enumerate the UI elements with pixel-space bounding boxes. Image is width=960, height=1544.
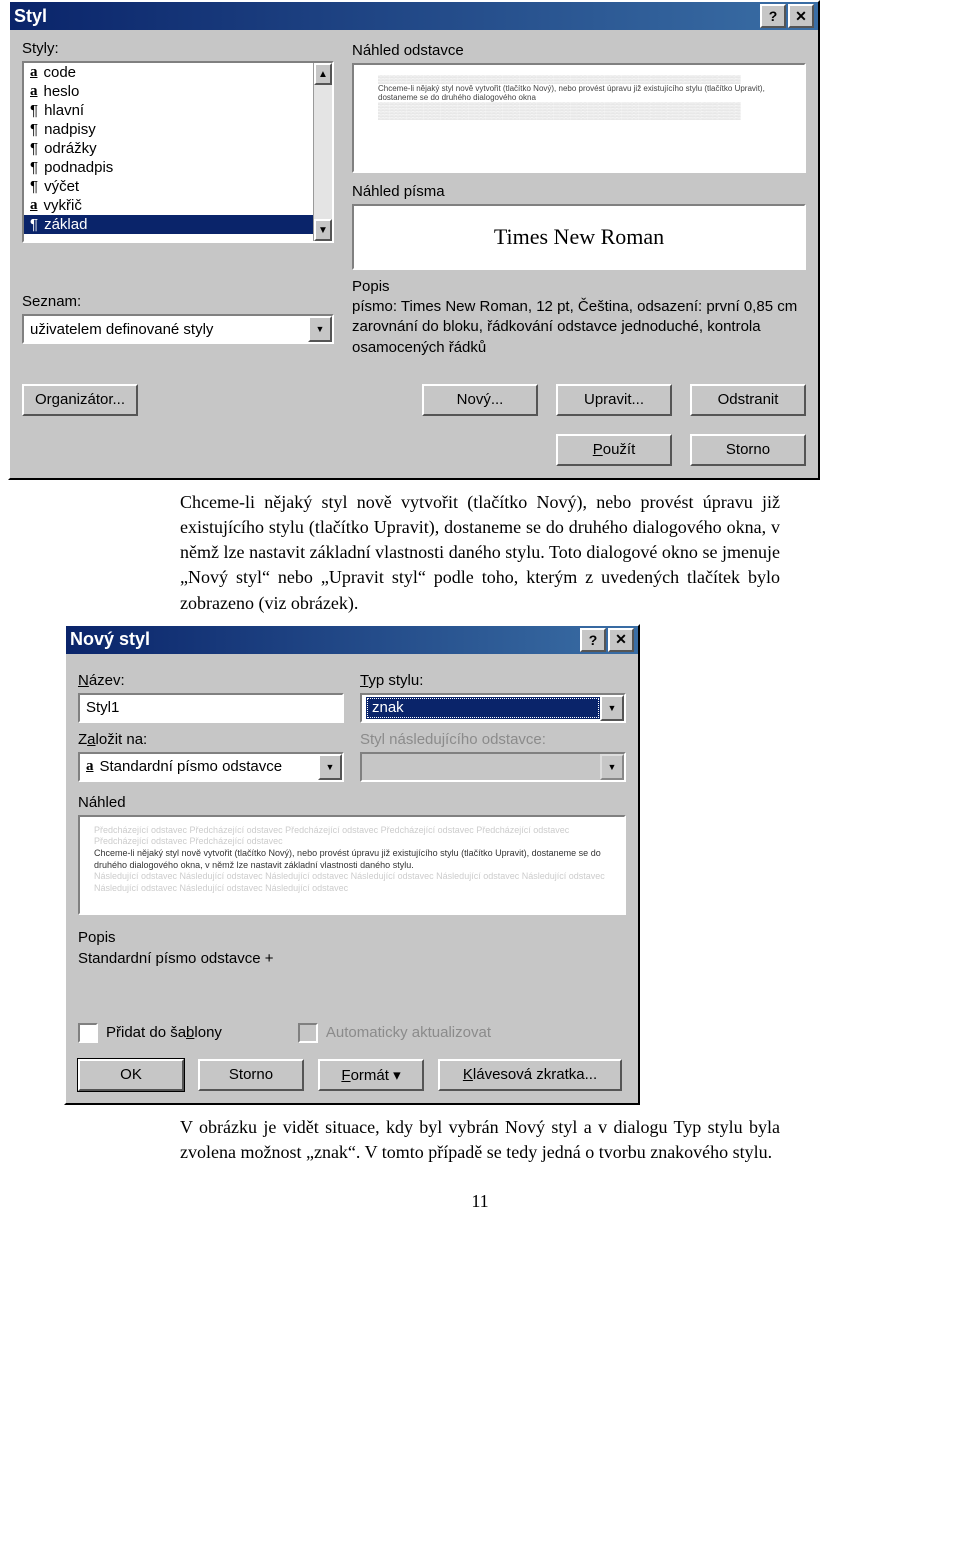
- char-style-icon: a: [30, 64, 38, 81]
- popis-value: Standardní písmo odstavce +: [78, 950, 626, 967]
- dialog-title: Styl: [14, 6, 47, 27]
- help-button[interactable]: ?: [580, 628, 606, 652]
- char-style-icon: a: [30, 197, 38, 214]
- char-style-icon: a: [30, 83, 38, 100]
- para-style-icon: ¶: [30, 178, 38, 195]
- scroll-down-icon[interactable]: ▼: [314, 219, 332, 241]
- styles-listbox[interactable]: acode aheslo ¶hlavní ¶nadpisy ¶odrážky ¶…: [22, 61, 334, 243]
- page-number: 11: [0, 1191, 960, 1212]
- para-style-icon: ¶: [30, 216, 38, 233]
- titlebar-novy-styl: Nový styl ? ✕: [66, 626, 638, 654]
- chevron-down-icon: ▼: [600, 754, 624, 780]
- list-item-label: základ: [44, 216, 87, 233]
- char-style-icon: a: [86, 758, 94, 775]
- list-item-label: podnadpis: [44, 159, 113, 176]
- close-button[interactable]: ✕: [608, 628, 634, 652]
- auto-aktualizovat-checkbox: [298, 1023, 318, 1043]
- para-style-icon: ¶: [30, 121, 38, 138]
- para-style-icon: ¶: [30, 102, 38, 119]
- seznam-value: uživatelem definované styly: [30, 321, 213, 338]
- pridat-do-sablony-checkbox[interactable]: [78, 1023, 98, 1043]
- desc-label: Popis: [352, 278, 806, 295]
- list-item-label: výčet: [44, 178, 79, 195]
- scrollbar[interactable]: ▲ ▼: [313, 63, 332, 241]
- chevron-down-icon[interactable]: ▼: [318, 754, 342, 780]
- popis-label: Popis: [78, 929, 626, 946]
- novy-button[interactable]: Nový...: [422, 384, 538, 416]
- seznam-label: Seznam:: [22, 293, 334, 310]
- typ-value: znak: [372, 699, 404, 716]
- preview-para-label: Náhled odstavce: [352, 42, 806, 59]
- list-item-label: code: [44, 64, 77, 81]
- list-item-label: heslo: [44, 83, 80, 100]
- nasled-combobox: ▼: [360, 752, 626, 782]
- preview-font-label: Náhled písma: [352, 183, 806, 200]
- dialog-styl: Styl ? ✕ Styly: acode aheslo ¶hlavní ¶na…: [8, 0, 820, 480]
- styles-label: Styly:: [22, 40, 334, 57]
- upravit-button[interactable]: Upravit...: [556, 384, 672, 416]
- nazev-input[interactable]: Styl1: [78, 693, 344, 723]
- check2-label: Automaticky aktualizovat: [326, 1024, 491, 1041]
- nazev-value: Styl1: [86, 699, 119, 716]
- list-item-label: odrážky: [44, 140, 97, 157]
- nahled-label: Náhled: [78, 794, 626, 811]
- ok-button[interactable]: OK: [78, 1059, 184, 1091]
- zalozit-value: Standardní písmo odstavce: [100, 758, 283, 775]
- storno-button[interactable]: Storno: [198, 1059, 304, 1091]
- format-button[interactable]: Formát ▾: [318, 1059, 424, 1091]
- scroll-up-icon[interactable]: ▲: [314, 63, 332, 85]
- chevron-down-icon[interactable]: ▼: [308, 316, 332, 342]
- help-button[interactable]: ?: [760, 4, 786, 28]
- zalozit-combobox[interactable]: a Standardní písmo odstavce ▼: [78, 752, 344, 782]
- nahled-preview: Předcházející odstavec Předcházející ods…: [78, 815, 626, 915]
- seznam-combobox[interactable]: uživatelem definované styly ▼: [22, 314, 334, 344]
- dialog-novy-styl: Nový styl ? ✕ Název: Styl1 Typ stylu: zn…: [64, 624, 640, 1105]
- typ-stylu-combobox[interactable]: znak ▼: [360, 693, 626, 723]
- list-item-label: vykřič: [44, 197, 82, 214]
- list-item-label: hlavní: [44, 102, 84, 119]
- pouzit-button[interactable]: Použít: [556, 434, 672, 466]
- para-style-icon: ¶: [30, 140, 38, 157]
- nasled-label: Styl následujícího odstavce:: [360, 731, 546, 748]
- chevron-down-icon[interactable]: ▼: [600, 695, 624, 721]
- para-style-icon: ¶: [30, 159, 38, 176]
- organizator-button[interactable]: Organizátor...: [22, 384, 138, 416]
- storno-button[interactable]: Storno: [690, 434, 806, 466]
- titlebar-styl: Styl ? ✕: [10, 2, 818, 30]
- preview-paragraph: ▒▒▒▒▒▒▒▒▒▒▒▒▒▒▒▒▒▒▒▒▒▒▒▒▒▒▒▒▒▒▒▒▒▒▒▒▒▒▒▒…: [352, 63, 806, 173]
- preview-font-value: Times New Roman: [494, 224, 664, 250]
- klavesova-zkratka-button[interactable]: Klávesová zkratka...: [438, 1059, 622, 1091]
- check1-label: Přidat do šablony: [106, 1024, 222, 1041]
- dialog-title: Nový styl: [70, 629, 150, 650]
- close-button[interactable]: ✕: [788, 4, 814, 28]
- desc-text: písmo: Times New Roman, 12 pt, Čeština, …: [352, 297, 806, 358]
- odstranit-button[interactable]: Odstranit: [690, 384, 806, 416]
- preview-font: Times New Roman: [352, 204, 806, 270]
- body-paragraph-1: Chceme-li nějaký styl nově vytvořit (tla…: [180, 490, 780, 616]
- body-paragraph-2: V obrázku je vidět situace, kdy byl vybr…: [180, 1115, 780, 1165]
- list-item-label: nadpisy: [44, 121, 96, 138]
